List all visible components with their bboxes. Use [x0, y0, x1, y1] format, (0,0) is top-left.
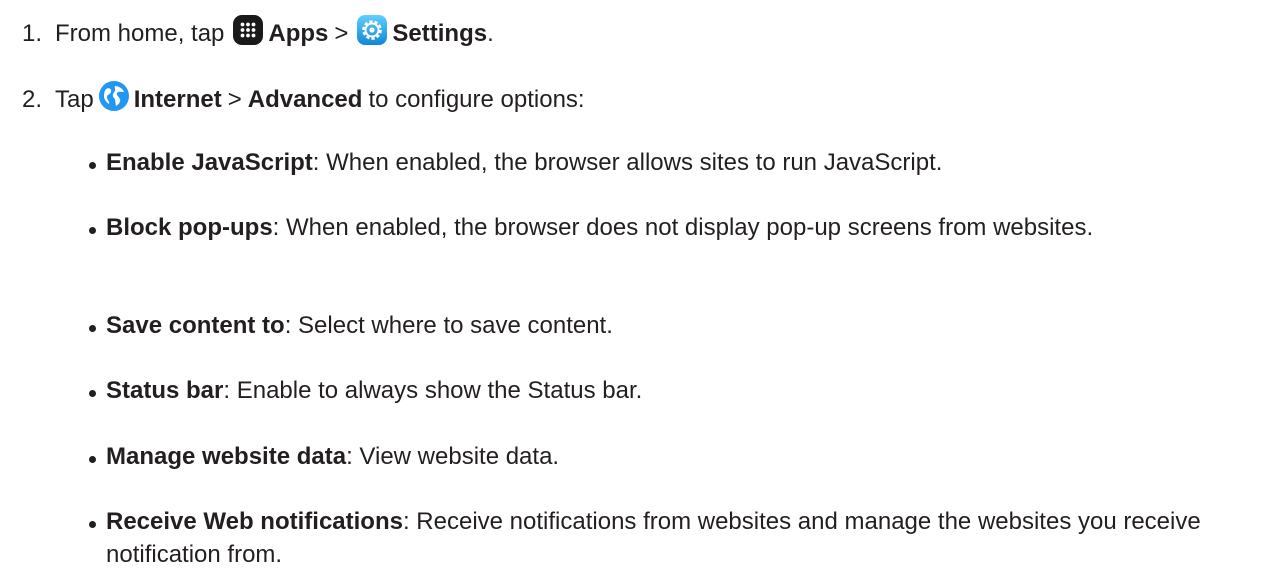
separator: > — [334, 20, 349, 47]
option-desc: : When enabled, the browser allows sites… — [312, 149, 943, 176]
option-desc: : Enable to always show the Status bar. — [223, 377, 643, 404]
step-number: 2. — [22, 86, 43, 113]
step-number: 1. — [22, 20, 43, 47]
separator: > — [227, 86, 242, 113]
option-term: Save content to — [106, 312, 285, 339]
apps-label: Apps — [268, 20, 329, 47]
option-desc: : Select where to save content. — [284, 312, 613, 339]
step-text: Tap — [55, 86, 94, 113]
step-2: 2. Tap Internet > Advanced to configure … — [22, 81, 585, 116]
option-term: Enable JavaScript — [106, 149, 313, 176]
list-item: Receive Web notifications: Receive notif… — [89, 505, 1256, 571]
advanced-label: Advanced — [247, 86, 363, 113]
list-item: Manage website data: View website data. — [89, 440, 1256, 473]
option-desc: : View website data. — [346, 443, 560, 470]
list-item: Enable JavaScript: When enabled, the bro… — [89, 146, 1256, 179]
list-item: Block pop-ups: When enabled, the browser… — [89, 211, 1256, 244]
option-desc: : When enabled, the browser does not dis… — [272, 214, 1094, 241]
settings-gear-icon — [356, 14, 388, 46]
option-term: Status bar — [106, 377, 224, 404]
apps-grid-icon — [232, 14, 264, 46]
step-text: From home, tap — [55, 20, 225, 47]
settings-label: Settings — [392, 20, 488, 47]
internet-label: Internet — [133, 86, 222, 113]
step-text-after: to configure options: — [368, 86, 585, 113]
option-term: Manage website data — [106, 443, 347, 470]
option-term: Receive Web notifications — [106, 508, 403, 535]
option-term: Block pop-ups — [106, 214, 273, 241]
step-1: 1. From home, tap Apps > Settings . — [22, 15, 494, 50]
internet-globe-icon — [98, 80, 130, 112]
step-end: . — [487, 20, 494, 47]
list-item: Save content to: Select where to save co… — [89, 309, 1256, 342]
list-item: Status bar: Enable to always show the St… — [89, 374, 1256, 407]
